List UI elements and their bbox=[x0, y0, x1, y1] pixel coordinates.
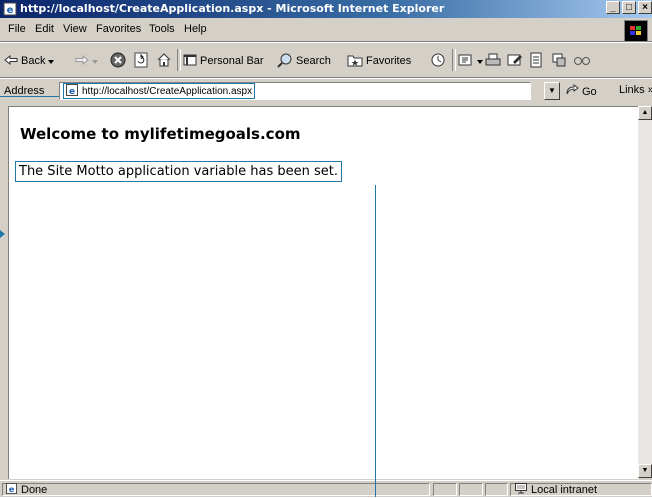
discuss-button[interactable] bbox=[529, 52, 543, 70]
address-url: http://localhost/CreateApplication.aspx bbox=[82, 85, 253, 97]
scroll-up-button[interactable]: ▲ bbox=[638, 106, 652, 120]
security-zone-panel: Local intranet bbox=[510, 482, 652, 497]
document-icon bbox=[529, 52, 543, 71]
menu-edit[interactable]: Edit bbox=[35, 23, 54, 35]
forward-arrow-icon bbox=[75, 54, 89, 68]
search-button-label: Search bbox=[296, 55, 331, 67]
favorites-folder-icon bbox=[347, 53, 363, 70]
home-icon bbox=[156, 52, 172, 71]
chevron-down-icon bbox=[48, 55, 55, 67]
back-button[interactable]: Back bbox=[4, 52, 55, 70]
go-label: Go bbox=[582, 85, 597, 98]
related-button[interactable] bbox=[573, 52, 591, 70]
status-text: Done bbox=[21, 483, 48, 496]
history-button[interactable] bbox=[430, 52, 446, 70]
browser-window: e http://localhost/CreateApplication.asp… bbox=[0, 0, 652, 497]
refresh-icon bbox=[133, 52, 149, 71]
mail-button[interactable] bbox=[458, 52, 483, 70]
back-arrow-icon bbox=[4, 54, 18, 68]
svg-text:e: e bbox=[69, 87, 75, 96]
maximize-button[interactable]: □ bbox=[622, 1, 636, 14]
status-cell bbox=[485, 483, 508, 496]
mail-icon bbox=[458, 52, 474, 71]
address-dropdown-button[interactable]: ▼ bbox=[544, 82, 560, 100]
favorites-button[interactable]: Favorites bbox=[347, 52, 411, 70]
status-cell bbox=[459, 483, 483, 496]
personal-bar-button[interactable]: Personal Bar bbox=[183, 52, 264, 70]
glasses-icon bbox=[573, 54, 591, 69]
page-content: Welcome to mylifetimegoals.com The Site … bbox=[8, 106, 638, 479]
title-bar[interactable]: e http://localhost/CreateApplication.asp… bbox=[0, 0, 652, 18]
svg-text:e: e bbox=[7, 5, 14, 16]
chevron-down-icon bbox=[92, 55, 98, 67]
callout-line bbox=[0, 96, 59, 97]
close-button[interactable]: × bbox=[638, 1, 652, 14]
print-button[interactable] bbox=[485, 52, 501, 70]
menu-help[interactable]: Help bbox=[184, 23, 207, 35]
refresh-button[interactable] bbox=[133, 52, 149, 70]
personal-bar-icon bbox=[183, 53, 197, 70]
windows-logo-icon bbox=[624, 20, 648, 42]
edit-button[interactable] bbox=[507, 52, 523, 70]
menu-file[interactable]: File bbox=[8, 23, 26, 35]
links-label: Links bbox=[619, 84, 645, 96]
security-zone-label: Local intranet bbox=[531, 483, 598, 496]
page-heading: Welcome to mylifetimegoals.com bbox=[20, 125, 301, 143]
window-title: http://localhost/CreateApplication.aspx … bbox=[20, 2, 445, 15]
history-icon bbox=[430, 52, 446, 71]
back-button-label: Back bbox=[21, 55, 46, 67]
ie-page-icon: e bbox=[6, 482, 17, 497]
ie-page-icon: e bbox=[66, 83, 78, 99]
scroll-down-button[interactable]: ▼ bbox=[638, 464, 652, 478]
address-field[interactable]: e http://localhost/CreateApplication.asp… bbox=[59, 82, 531, 100]
page-message: The Site Motto application variable has … bbox=[14, 161, 343, 182]
favorites-button-label: Favorites bbox=[366, 55, 412, 67]
callout-line bbox=[375, 185, 376, 497]
go-button[interactable]: Go bbox=[565, 84, 597, 99]
edit-page-icon bbox=[507, 52, 523, 71]
minimize-button[interactable]: _ bbox=[606, 1, 620, 14]
standard-toolbar: Back Personal Bar Search Favorites bbox=[0, 42, 652, 78]
status-panel: e Done bbox=[2, 482, 430, 497]
status-bar: e Done Local intranet bbox=[0, 480, 652, 498]
home-button[interactable] bbox=[156, 52, 172, 70]
chevron-down-icon bbox=[477, 55, 483, 67]
stop-button[interactable] bbox=[110, 52, 126, 70]
menu-tools[interactable]: Tools bbox=[149, 23, 175, 35]
address-bar: Address e http://localhost/CreateApplica… bbox=[0, 78, 652, 103]
go-arrow-icon bbox=[565, 84, 579, 99]
forward-button[interactable] bbox=[75, 52, 98, 70]
search-button[interactable]: Search bbox=[277, 52, 331, 70]
ie-page-icon: e bbox=[3, 2, 17, 16]
vertical-scrollbar[interactable]: ▲ ▼ bbox=[638, 106, 652, 478]
svg-text:e: e bbox=[9, 484, 15, 494]
menu-bar: File Edit View Favorites Tools Help bbox=[0, 19, 652, 42]
intranet-icon bbox=[515, 482, 527, 497]
menu-view[interactable]: View bbox=[63, 23, 87, 35]
personal-bar-label: Personal Bar bbox=[200, 55, 264, 67]
menu-favorites[interactable]: Favorites bbox=[96, 23, 141, 35]
status-cell bbox=[433, 483, 457, 496]
printer-icon bbox=[485, 52, 501, 71]
stop-icon bbox=[110, 52, 126, 71]
messenger-icon bbox=[551, 52, 567, 71]
callout-arrow bbox=[0, 230, 5, 238]
search-icon bbox=[277, 52, 293, 71]
messenger-button[interactable] bbox=[551, 52, 567, 70]
links-button[interactable]: Links » bbox=[619, 84, 652, 96]
